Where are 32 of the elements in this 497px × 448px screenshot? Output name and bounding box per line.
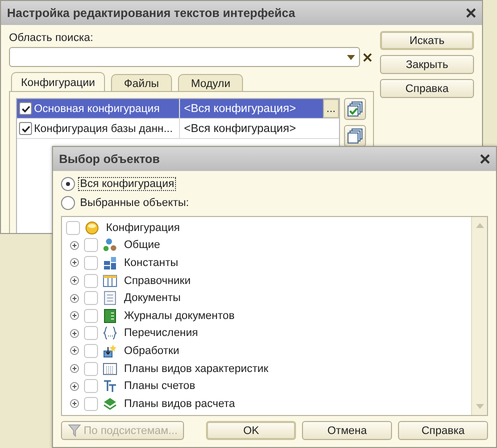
tab[interactable]: Файлы — [111, 74, 172, 92]
tab[interactable]: Конфигурации — [11, 72, 106, 92]
window-title: Выбор объектов — [59, 152, 160, 166]
dialog-button[interactable]: Отмена — [302, 421, 392, 440]
dialog-button[interactable]: Справка — [380, 79, 474, 98]
dialog-button[interactable]: Справка — [398, 421, 488, 440]
table-cell: <Вся конфигурация> — [184, 122, 296, 134]
tree-item[interactable]: Конфигурация — [106, 222, 180, 234]
table-row[interactable]: Основная конфигурация <Вся конфигурация> ... — [17, 99, 339, 119]
table-cell: Конфигурация базы данн... — [34, 122, 173, 134]
tree-item[interactable]: Перечисления — [124, 327, 198, 340]
dialog-button[interactable]: Закрыть — [380, 55, 474, 74]
radio-label[interactable]: Выбранные объекты: — [78, 196, 191, 210]
table-row[interactable]: Конфигурация базы данн... <Вся конфигурация> — [17, 119, 339, 139]
tree-item[interactable]: Константы — [124, 256, 178, 269]
tree-item[interactable]: Общие — [124, 239, 160, 252]
dialog-button[interactable]: Искать — [380, 31, 474, 50]
tree-item[interactable]: Планы видов расчета — [124, 398, 236, 410]
choose-button[interactable]: ... — [323, 99, 339, 118]
table-cell: <Вся конфигурация> — [184, 102, 296, 114]
tree-item[interactable]: Планы видов характеристик — [124, 362, 268, 375]
tree-item[interactable]: Планы счетов — [124, 380, 196, 392]
table-cell: Основная конфигурация — [34, 102, 160, 114]
field-label: Область поиска: — [9, 31, 94, 45]
tree-item[interactable]: Журналы документов — [124, 310, 235, 322]
tree-item[interactable]: Обработки — [124, 344, 180, 357]
radio-label[interactable]: Вся конфигурация — [78, 176, 176, 190]
dialog-button[interactable]: OK — [206, 421, 296, 440]
tree-item[interactable]: Справочники — [124, 274, 191, 287]
window-title: Настройка редактирования текстов интерфейса — [7, 6, 296, 20]
tab[interactable]: Модули — [178, 74, 244, 92]
tree-item[interactable]: Документы — [124, 292, 181, 304]
